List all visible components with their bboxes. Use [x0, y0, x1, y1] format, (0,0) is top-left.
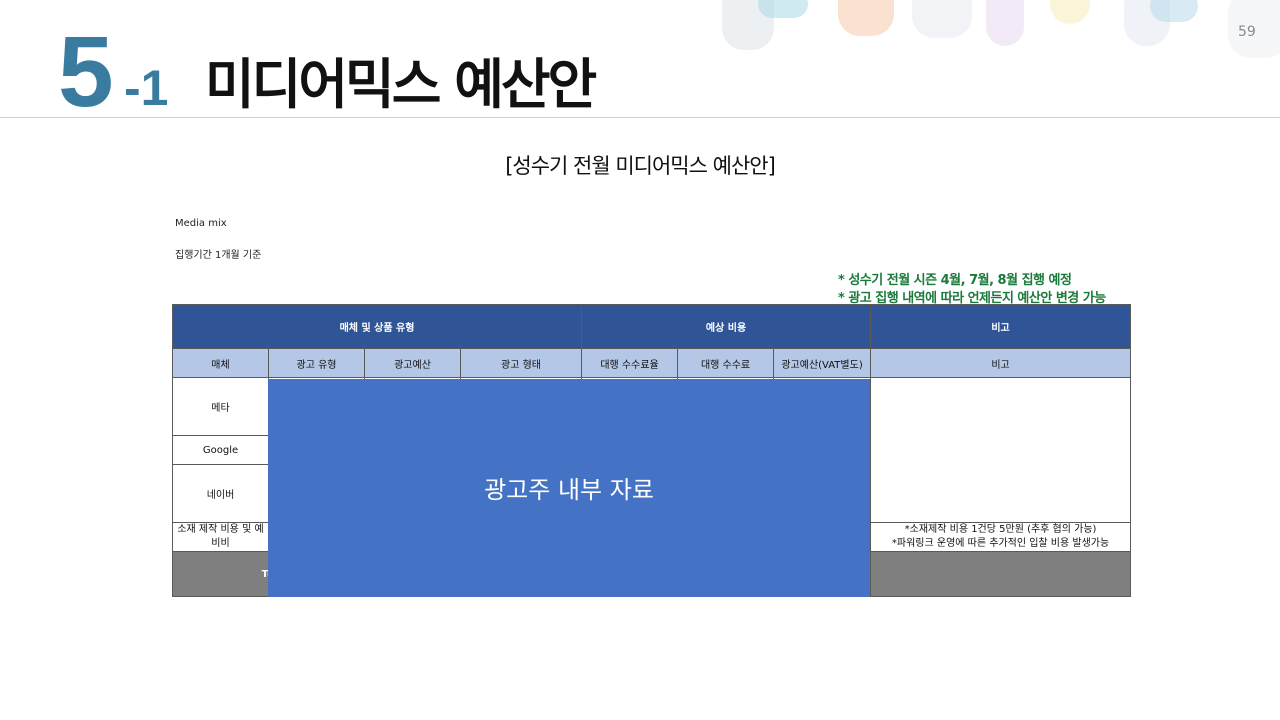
column-header-row: 매체 광고 유형 광고예산 광고 형태 대행 수수료율 대행 수수료 광고예산(… [172, 348, 1132, 378]
header-divider [0, 117, 1280, 118]
column-header: 광고 유형 [268, 348, 365, 378]
decoration-shape [838, 0, 894, 36]
group-header-row: 매체 및 상품 유형 예상 비용 비고 [171, 304, 1132, 349]
column-header: 대행 수수료율 [581, 348, 679, 378]
section-number: 5 [58, 16, 114, 128]
column-header: 비고 [870, 348, 1132, 378]
remark-notes-cell: *소재제작 비용 1건당 5만원 (추후 협의 가능) *파워링크 운영에 따른… [870, 522, 1132, 552]
decoration-shape [986, 0, 1024, 46]
remark-note: *소재제작 비용 1건당 5만원 (추후 협의 가능) [904, 524, 1097, 535]
media-cell: 네이버 [172, 464, 269, 523]
group-header-cost: 예상 비용 [581, 304, 872, 349]
decoration-shape [1150, 0, 1198, 22]
decoration-shape [758, 0, 808, 18]
column-header: 광고 형태 [459, 348, 583, 378]
media-mix-label: Media mix [175, 218, 227, 229]
column-header: 광고예산 [364, 348, 461, 378]
column-header: 매체 [172, 348, 269, 378]
column-header: 대행 수수료 [677, 348, 775, 378]
period-label: 집행기간 1개월 기준 [175, 250, 262, 261]
table-title: [성수기 전월 미디어믹스 예산안] [505, 154, 776, 178]
group-header-media: 매체 및 상품 유형 [171, 304, 583, 349]
remark-note: *파워링크 운영에 따른 추가적인 입찰 비용 발생가능 [891, 538, 1110, 549]
media-cell: 소재 제작 비용 및 예비비 [172, 522, 269, 552]
confidential-overlay: 광고주 내부 자료 [268, 379, 870, 597]
remark-cell [870, 377, 1132, 523]
schedule-note: * 성수기 전월 시즌 4월, 7월, 8월 집행 예정 [838, 273, 1072, 288]
decoration-shape [1050, 0, 1090, 24]
page-title: 미디어믹스 예산안 [205, 53, 597, 116]
section-sub-number: -1 [124, 60, 169, 116]
column-header: 광고예산(VAT별도) [773, 348, 872, 378]
decoration-shape [912, 0, 972, 38]
group-header-remark: 비고 [870, 304, 1132, 349]
media-cell: 메타 [172, 377, 269, 436]
page-number: 59 [1238, 24, 1256, 40]
media-cell: Google [172, 435, 269, 465]
overlay-text: 광고주 내부 자료 [484, 475, 654, 504]
